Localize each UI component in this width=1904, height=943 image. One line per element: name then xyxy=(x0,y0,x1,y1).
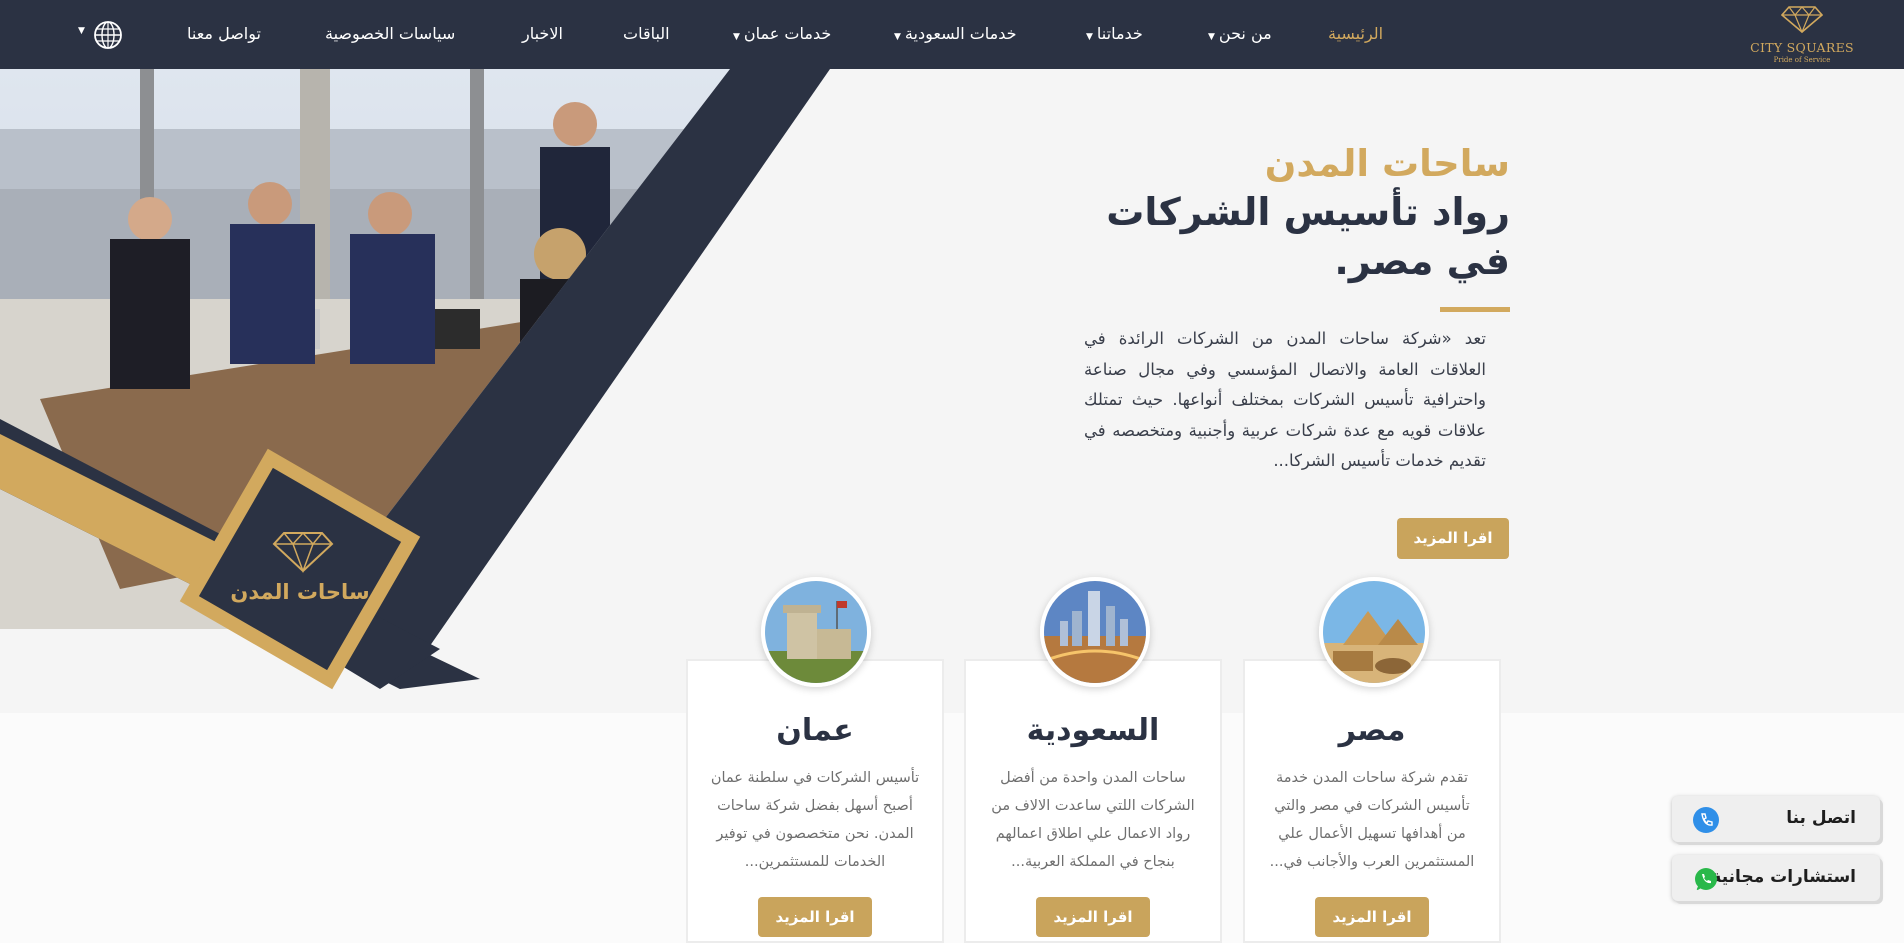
badge-label: ساحات المدن xyxy=(230,580,369,604)
hero-title-tagline: رواد تأسيس الشركات في مصر. xyxy=(1106,190,1510,283)
logo-title: CITY SQUARES xyxy=(1750,40,1854,55)
oman-fort-photo xyxy=(761,577,871,687)
nav-about-label: من نحن xyxy=(1218,24,1272,43)
card-read-more-button[interactable]: اقرا المزيد xyxy=(758,897,872,937)
contact-us-floating-button[interactable]: اتصل بنا xyxy=(1672,796,1880,842)
nav-services[interactable]: خدماتنا▼ xyxy=(1086,24,1143,43)
nav-home[interactable]: الرئيسية xyxy=(1328,24,1383,43)
card-text: تأسيس الشركات في سلطنة عمان أصبح أسهل بف… xyxy=(710,770,920,870)
nav-oman-services-label: خدمات عمان xyxy=(743,24,832,43)
country-card-egypt: مصر تقدم شركة ساحات المدن خدمة تأسيس الش… xyxy=(1243,659,1501,943)
nav-packages[interactable]: الباقات xyxy=(623,24,670,43)
card-text: تقدم شركة ساحات المدن خدمة تأسيس الشركات… xyxy=(1269,770,1475,870)
nav-contact[interactable]: تواصل معنا xyxy=(187,24,261,43)
chevron-down-icon: ▼ xyxy=(733,32,740,42)
hero-title-brand: ساحات المدن xyxy=(1264,142,1510,185)
nav-news[interactable]: الاخبار xyxy=(522,24,563,43)
country-card-oman: عمان تأسيس الشركات في سلطنة عمان أصبح أس… xyxy=(686,659,944,943)
chevron-down-icon: ▼ xyxy=(1086,32,1093,42)
card-text: ساحات المدن واحدة من أفضل الشركات اللتي … xyxy=(991,770,1195,870)
country-card-saudi: السعودية ساحات المدن واحدة من أفضل الشرك… xyxy=(964,659,1222,943)
logo-tagline: Pride of Service xyxy=(1773,56,1831,64)
hero-artwork: ساحات المدن xyxy=(0,69,830,690)
phone-icon xyxy=(1693,807,1719,833)
free-consultation-floating-button[interactable]: استشارات مجانية xyxy=(1672,855,1880,901)
hero-read-more-button[interactable]: اقرا المزيد xyxy=(1397,518,1509,559)
nav-oman-services[interactable]: خدمات عمان▼ xyxy=(733,24,831,43)
riyadh-skyline-photo xyxy=(1040,577,1150,687)
nav-contact-label: تواصل معنا xyxy=(187,24,261,43)
hero-paragraph: تعد «شركة ساحات المدن من الشركات الرائدة… xyxy=(1084,329,1486,470)
nav-services-label: خدماتنا xyxy=(1096,24,1143,43)
nav-about[interactable]: من نحن▼ xyxy=(1208,24,1272,43)
card-title: عمان xyxy=(776,713,854,748)
hero-heading: ساحات المدن رواد تأسيس الشركات في مصر. xyxy=(1090,140,1510,286)
chevron-down-icon: ▼ xyxy=(1208,32,1215,42)
nav-privacy-label: سياسات الخصوصية xyxy=(325,24,456,43)
whatsapp-icon xyxy=(1695,868,1717,891)
nav-news-label: الاخبار xyxy=(522,24,563,43)
nav-saudi-services[interactable]: خدمات السعودية▼ xyxy=(894,24,1017,43)
nav-packages-label: الباقات xyxy=(623,24,670,43)
nav-saudi-services-label: خدمات السعودية xyxy=(904,24,1017,43)
card-title: مصر xyxy=(1338,713,1406,748)
top-navbar: CITY SQUARES Pride of Service الرئيسية م… xyxy=(0,0,1904,69)
card-read-more-button[interactable]: اقرا المزيد xyxy=(1036,897,1150,937)
globe-icon[interactable] xyxy=(92,19,124,51)
card-read-more-button[interactable]: اقرا المزيد xyxy=(1315,897,1429,937)
contact-us-label: اتصل بنا xyxy=(1786,808,1856,828)
card-title: السعودية xyxy=(1026,713,1160,748)
site-logo[interactable]: CITY SQUARES Pride of Service xyxy=(1744,5,1860,65)
nav-home-label: الرئيسية xyxy=(1328,24,1384,43)
pyramids-photo xyxy=(1319,577,1429,687)
chevron-down-icon: ▼ xyxy=(894,32,901,42)
hero-divider xyxy=(1440,307,1510,312)
chevron-down-icon[interactable]: ▼ xyxy=(78,26,85,36)
nav-privacy[interactable]: سياسات الخصوصية xyxy=(325,24,455,43)
free-consultation-label: استشارات مجانية xyxy=(1711,867,1856,887)
diamond-logo-icon xyxy=(1780,6,1824,34)
